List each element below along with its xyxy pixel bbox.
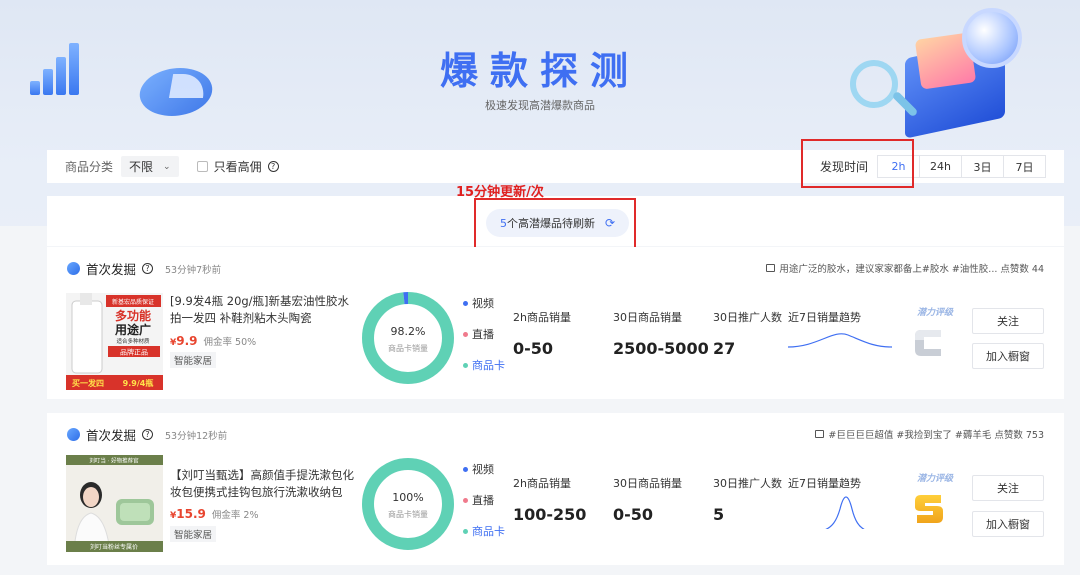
product-card: 首次发掘 ? 53分钟7秒前 用途广泛的胶水，建议家家都备上#胶水 #油性胶..… xyxy=(47,247,1064,399)
checkbox-box[interactable] xyxy=(196,161,208,172)
card-header: 首次发掘 ? 53分钟7秒前 xyxy=(67,259,221,278)
legend-live: 直播 xyxy=(463,492,505,508)
follow-button[interactable]: 关注 xyxy=(972,308,1044,334)
product-image[interactable]: 新基宏品质保证 多功能 用途广 适合多种材质 品牌正品 买一发四 9.9/4瓶 xyxy=(66,293,163,390)
time-option-3d[interactable]: 3日 xyxy=(961,155,1004,178)
legend-card: 商品卡 xyxy=(463,523,505,539)
follow-button[interactable]: 关注 xyxy=(972,475,1044,501)
help-icon[interactable]: ? xyxy=(142,263,154,274)
stat-2h-sales: 2h商品销量 0-50 xyxy=(513,311,571,358)
legend-card: 商品卡 xyxy=(463,357,505,373)
glue-product-image: 新基宏品质保证 多功能 用途广 适合多种材质 品牌正品 买一发四 9.9/4瓶 xyxy=(66,293,163,390)
gift-box-decoration xyxy=(850,0,1040,145)
grade-c-icon xyxy=(915,330,941,356)
sales-legend: 视频 直播 商品卡 xyxy=(463,295,505,373)
category-select[interactable]: 不限 ⌄ xyxy=(121,156,179,177)
add-to-window-button[interactable]: 加入橱窗 xyxy=(972,511,1044,537)
discover-icon xyxy=(67,428,80,441)
price-row: ¥15.9 佣金率 2% xyxy=(170,507,258,521)
help-icon[interactable]: ? xyxy=(267,161,279,172)
highlight-box-time xyxy=(801,139,914,188)
sales-legend: 视频 直播 商品卡 xyxy=(463,461,505,539)
thumb-badge: 品牌正品 xyxy=(120,348,148,357)
product-title[interactable]: [9.9发4瓶 20g/瓶]新基宏油性胶水 拍一发四 补鞋剂粘木头陶瓷 xyxy=(170,293,356,327)
hero-banner: 爆款探测 极速发现高潜爆款商品 xyxy=(0,0,1080,150)
thumb-caption: 刘叮当粉丝专属价 xyxy=(90,543,138,551)
card-header: 首次发掘 ? 53分钟12秒前 xyxy=(67,425,227,444)
help-icon[interactable]: ? xyxy=(142,429,154,440)
video-tags[interactable]: 用途广泛的胶水，建议家家都备上#胶水 #油性胶... 点赞数 44 xyxy=(766,261,1044,275)
stat-30d-promoters: 30日推广人数 5 xyxy=(713,477,782,524)
video-icon xyxy=(766,264,776,272)
grade-s-icon xyxy=(915,495,943,523)
category-tag: 智能家居 xyxy=(170,352,217,368)
donut-label: 商品卡销量 xyxy=(388,343,428,353)
product-title[interactable]: 【刘叮当甄选】高颜值手提洗漱包化妆包便携式挂钩包旅行洗漱收纳包 xyxy=(170,467,356,501)
card-title: 首次发掘 xyxy=(86,262,137,277)
thumb-line2: 用途广 xyxy=(114,322,151,337)
stat-30d-promoters: 30日推广人数 27 xyxy=(713,311,782,358)
thumb-top-banner: 新基宏品质保证 xyxy=(112,298,154,306)
thumb-top-banner: 刘叮当 · 好物推荐官 xyxy=(89,457,139,465)
tags-text: #巨巨巨巨超值 #我捡到宝了 #薅羊毛 点赞数 753 xyxy=(828,430,1044,441)
card-title: 首次发掘 xyxy=(86,428,137,443)
legend-video: 视频 xyxy=(463,461,505,477)
donut-percent: 98.2% xyxy=(391,325,426,338)
commission-rate: 佣金率 2% xyxy=(211,510,259,521)
legend-video: 视频 xyxy=(463,295,505,311)
category-tag: 智能家居 xyxy=(170,526,217,542)
legend-live: 直播 xyxy=(463,326,505,342)
discovered-ago: 53分钟7秒前 xyxy=(165,264,222,276)
tags-text: 用途广泛的胶水，建议家家都备上#胶水 #油性胶... 点赞数 44 xyxy=(779,264,1044,275)
time-option-24h[interactable]: 24h xyxy=(919,155,962,178)
trend-sparkline xyxy=(825,496,865,529)
highlight-box-refresh xyxy=(474,198,636,250)
donut-percent: 100% xyxy=(392,491,423,504)
add-to-window-button[interactable]: 加入橱窗 xyxy=(972,343,1044,369)
time-option-7d[interactable]: 7日 xyxy=(1003,155,1046,178)
stat-30d-sales: 30日商品销量 0-50 xyxy=(613,477,682,524)
product-image[interactable]: 刘叮当 · 好物推荐官 刘叮当粉丝专属价 xyxy=(66,455,163,552)
price-row: ¥9.9 佣金率 50% xyxy=(170,334,256,348)
category-label: 商品分类 xyxy=(65,160,114,174)
toiletry-bag-product-image: 刘叮当 · 好物推荐官 刘叮当粉丝专属价 xyxy=(66,455,163,552)
chevron-down-icon: ⌄ xyxy=(163,161,171,172)
discovered-ago: 53分钟12秒前 xyxy=(165,430,228,442)
stat-30d-sales: 30日商品销量 2500-5000 xyxy=(613,311,709,358)
category-value: 不限 xyxy=(129,160,154,174)
thumb-line1: 多功能 xyxy=(115,308,151,323)
sales-source-donut: 100% 商品卡销量 xyxy=(362,458,454,550)
stat-2h-sales: 2h商品销量 100-250 xyxy=(513,477,587,524)
video-icon xyxy=(815,430,825,438)
product-card: 首次发掘 ? 53分钟12秒前 #巨巨巨巨超值 #我捡到宝了 #薅羊毛 点赞数 … xyxy=(47,413,1064,565)
discover-icon xyxy=(67,262,80,275)
commission-rate: 佣金率 50% xyxy=(203,337,257,348)
thumb-line3: 适合多种材质 xyxy=(116,337,150,345)
thumb-promo-price: 9.9/4瓶 xyxy=(123,378,154,388)
high-commission-checkbox[interactable]: 只看高佣 ? xyxy=(196,158,279,175)
donut-label: 商品卡销量 xyxy=(388,509,428,519)
potential-grade: 潜力评级 xyxy=(913,471,957,529)
price: ¥9.9 xyxy=(170,334,198,348)
potential-grade: 潜力评级 xyxy=(913,305,957,363)
trend-sparkline xyxy=(788,333,892,348)
thumb-promo: 买一发四 xyxy=(72,378,104,388)
price: ¥15.9 xyxy=(170,507,206,521)
video-tags[interactable]: #巨巨巨巨超值 #我捡到宝了 #薅羊毛 点赞数 753 xyxy=(815,427,1044,441)
sales-source-donut: 98.2% 商品卡销量 xyxy=(362,292,454,384)
high-commission-label: 只看高佣 xyxy=(213,160,262,174)
